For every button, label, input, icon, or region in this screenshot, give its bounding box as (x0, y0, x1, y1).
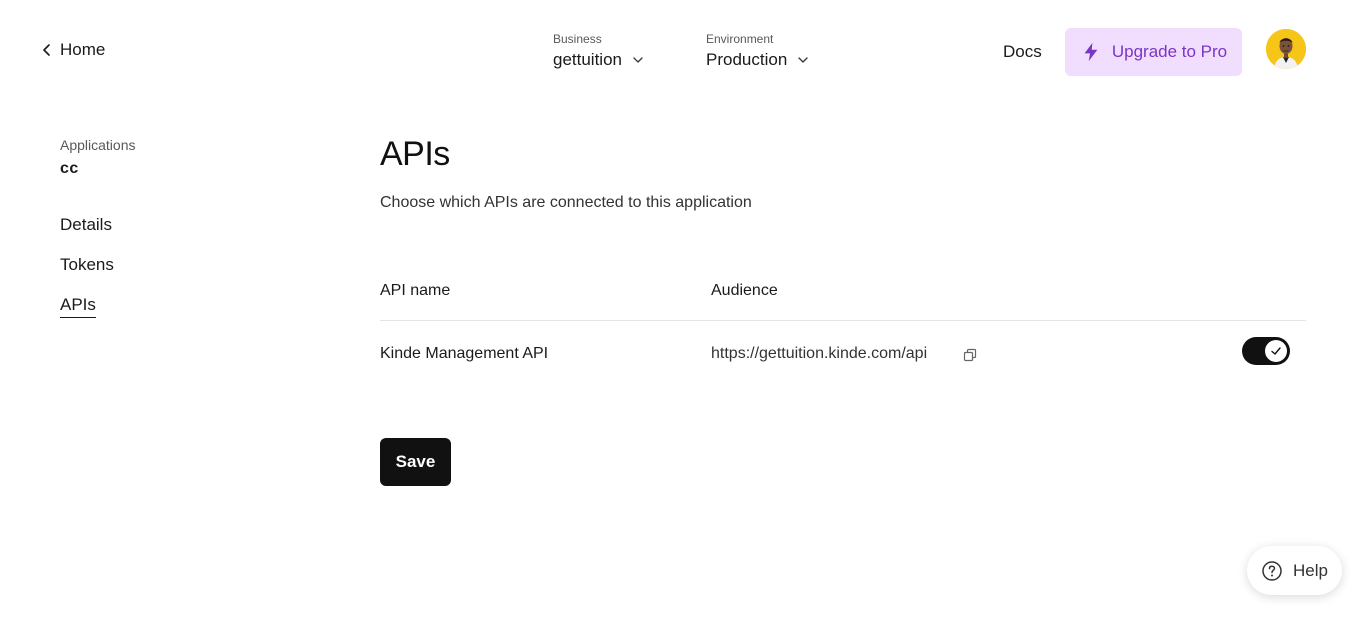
sidebar-item-details[interactable]: Details (60, 215, 112, 235)
sidebar-item-apis[interactable]: APIs (60, 295, 96, 318)
chevron-down-icon (798, 57, 808, 63)
api-name-cell: Kinde Management API (380, 345, 549, 362)
application-name: cc (60, 160, 79, 177)
environment-selector[interactable]: Environment Production (706, 32, 809, 70)
avatar[interactable] (1266, 29, 1306, 69)
home-label: Home (60, 40, 106, 59)
api-enabled-toggle[interactable] (1242, 337, 1290, 365)
column-header-audience: Audience (711, 282, 778, 299)
upgrade-label: Upgrade to Pro (1111, 42, 1228, 61)
api-audience-cell: https://gettuition.kinde.com/api (711, 345, 928, 362)
column-header-api-name: API name (380, 282, 451, 299)
environment-label: Environment (706, 32, 774, 46)
question-circle-icon (1262, 560, 1282, 581)
help-label: Help (1293, 560, 1328, 580)
checkmark-icon (1271, 347, 1281, 355)
save-button[interactable]: Save (380, 438, 451, 486)
table-divider (380, 320, 1306, 321)
chevron-left-icon (43, 44, 50, 56)
upgrade-button[interactable]: Upgrade to Pro (1065, 28, 1242, 76)
chevron-down-icon (633, 57, 643, 63)
toggle-knob (1265, 340, 1287, 362)
page-description: Choose which APIs are connected to this … (380, 194, 752, 211)
lightning-icon (1084, 42, 1098, 62)
business-label: Business (553, 32, 602, 46)
breadcrumb-applications[interactable]: Applications (60, 137, 136, 153)
business-selector[interactable]: Business gettuition (553, 32, 644, 70)
page-title: APIs (380, 135, 450, 173)
business-value: gettuition (553, 50, 622, 69)
help-button[interactable]: Help (1247, 546, 1342, 595)
sidebar-item-tokens[interactable]: Tokens (60, 255, 114, 275)
docs-link[interactable]: Docs (1003, 42, 1042, 62)
user-photo-icon (1266, 29, 1306, 69)
copy-icon[interactable] (962, 347, 978, 363)
environment-value: Production (706, 50, 788, 69)
home-link[interactable]: Home (40, 40, 105, 60)
